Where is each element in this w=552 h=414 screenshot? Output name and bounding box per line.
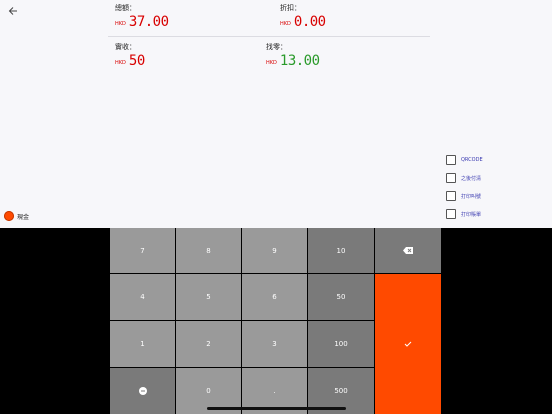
back-button[interactable]: [6, 3, 20, 19]
payment-method-label: 現金: [17, 213, 30, 221]
key-9[interactable]: 9: [242, 228, 307, 273]
key-1[interactable]: 1: [110, 321, 175, 367]
option-print-number[interactable]: 打印叫號: [446, 191, 481, 201]
payment-summary-area: 總額： HKD 37.00 折扣： HKD 0.00 實收： HKD 50 找零…: [0, 0, 552, 228]
received-currency: HKD: [115, 60, 126, 66]
backspace-button[interactable]: [375, 228, 441, 273]
option-print-bill-label: 打印賬單: [461, 211, 482, 218]
total-value: 37.00: [128, 14, 169, 30]
key-5[interactable]: 5: [176, 274, 241, 320]
home-indicator: [207, 407, 346, 410]
discount-value: 0.00: [293, 14, 326, 30]
key-100[interactable]: 100: [308, 321, 374, 367]
option-print-number-label: 打印叫號: [461, 193, 482, 200]
checkbox-print-number[interactable]: [446, 191, 456, 201]
option-print-bill[interactable]: 打印賬單: [446, 209, 481, 219]
key-2[interactable]: 2: [176, 321, 241, 367]
key-8[interactable]: 8: [176, 228, 241, 273]
summary-divider: [108, 36, 430, 37]
change-currency: HKD: [266, 60, 277, 66]
checkmark-icon: [404, 341, 412, 347]
numeric-keypad: 7 8 9 10 4 5 6 50 1 2 3 100 0 . 500: [110, 228, 441, 414]
key-10[interactable]: 10: [308, 228, 374, 273]
received-amount-block: 實收： HKD 50: [115, 43, 145, 69]
total-amount-block: 總額： HKD 37.00: [115, 4, 169, 30]
minus-button[interactable]: [110, 368, 175, 414]
discount-label: 折扣：: [280, 4, 301, 12]
minus-circle-icon: [138, 387, 147, 395]
option-qrcode[interactable]: QRCODE: [446, 155, 483, 165]
checkbox-qrcode[interactable]: [446, 155, 456, 165]
arrow-left-icon: [8, 7, 17, 15]
key-4[interactable]: 4: [110, 274, 175, 320]
discount-currency: HKD: [280, 21, 291, 27]
checkbox-print-bill[interactable]: [446, 209, 456, 219]
received-value: 50: [128, 53, 145, 69]
option-pay-later[interactable]: 之後付清: [446, 173, 481, 183]
key-7[interactable]: 7: [110, 228, 175, 273]
discount-amount-block: 折扣： HKD 0.00: [280, 4, 326, 30]
radio-selected-icon[interactable]: [4, 211, 14, 221]
received-label: 實收：: [115, 43, 136, 51]
payment-method-cash[interactable]: 現金: [4, 211, 29, 221]
confirm-button[interactable]: [375, 274, 441, 414]
change-value: 13.00: [279, 53, 320, 69]
option-qrcode-label: QRCODE: [461, 157, 483, 163]
key-50[interactable]: 50: [308, 274, 374, 320]
option-pay-later-label: 之後付清: [461, 175, 482, 182]
checkbox-pay-later[interactable]: [446, 173, 456, 183]
key-6[interactable]: 6: [242, 274, 307, 320]
total-currency: HKD: [115, 21, 126, 27]
key-3[interactable]: 3: [242, 321, 307, 367]
backspace-icon: [403, 247, 413, 254]
change-label: 找零：: [266, 43, 287, 51]
change-amount-block: 找零： HKD 13.00: [266, 43, 320, 69]
total-label: 總額：: [115, 4, 136, 12]
